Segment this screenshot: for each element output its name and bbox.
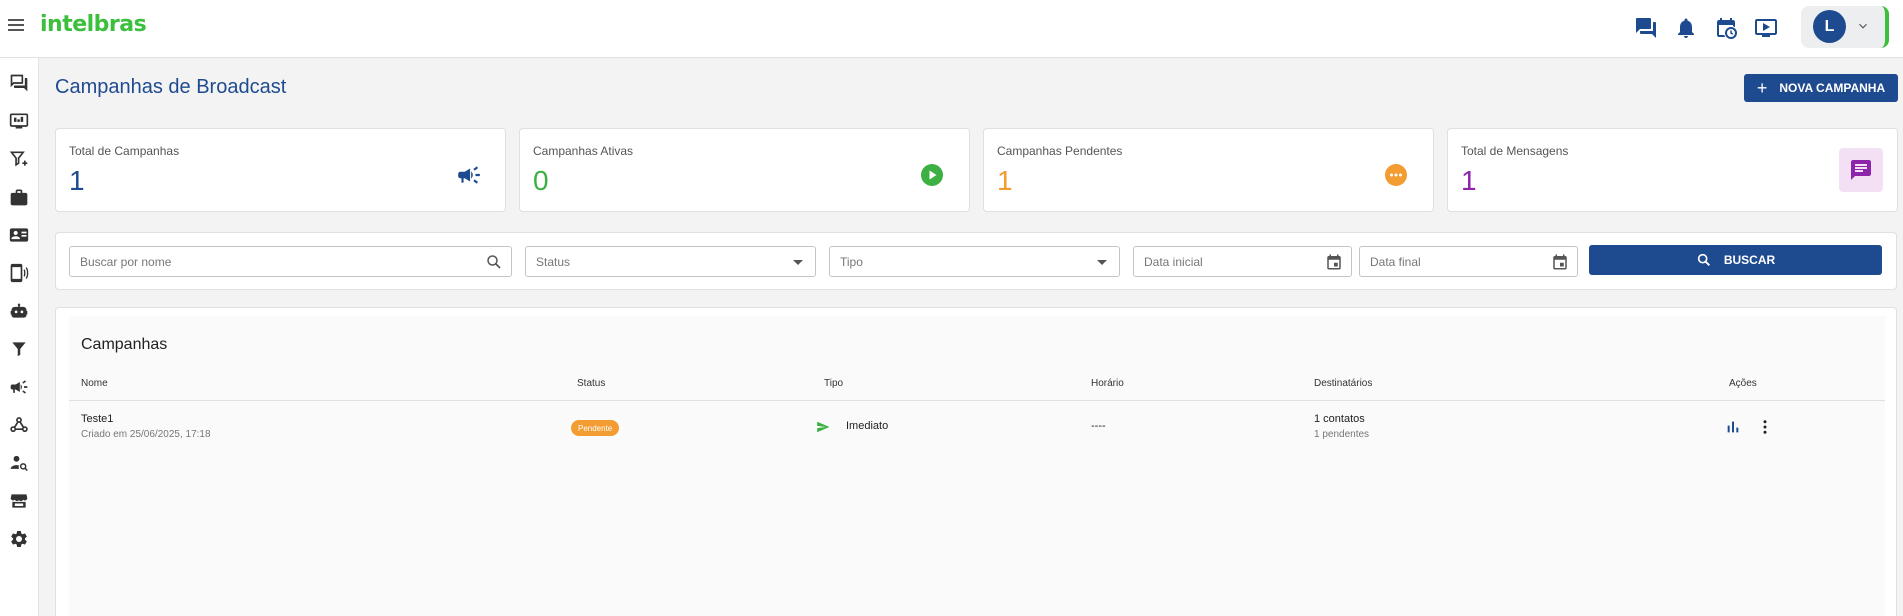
sidebar-item-business[interactable] [6, 184, 32, 210]
store-icon [10, 494, 28, 508]
status-badge: Pendente [571, 420, 620, 436]
stat-card-total-messages: Total de Mensagens 1 [1447, 128, 1898, 212]
menu-icon[interactable] [8, 18, 24, 32]
campaigns-table-card: Campanhas Nome Status Tipo Horário Desti… [55, 307, 1897, 616]
sidebar-item-broadcast[interactable] [6, 374, 32, 400]
stat-label: Total de Mensagens [1461, 144, 1569, 158]
sidebar-item-settings[interactable] [6, 526, 32, 552]
column-header-type[interactable]: Tipo [824, 378, 843, 389]
type-select[interactable]: Tipo [829, 246, 1120, 277]
video-icon[interactable] [1754, 16, 1778, 40]
briefcase-icon [10, 189, 28, 206]
new-campaign-button[interactable]: + NOVA CAMPANHA [1744, 74, 1898, 102]
end-date-field [1359, 246, 1578, 277]
phone-signal-icon [10, 263, 29, 283]
more-circle-icon [1374, 153, 1418, 197]
column-header-actions: Ações [1729, 378, 1757, 389]
column-header-status[interactable]: Status [577, 378, 605, 389]
calendar-icon[interactable] [1325, 253, 1343, 271]
sidebar-item-device[interactable] [6, 260, 32, 286]
caret-down-icon [793, 260, 803, 265]
megaphone-icon [10, 380, 28, 394]
sidebar-item-bot[interactable] [6, 298, 32, 324]
column-header-name[interactable]: Nome [81, 378, 108, 389]
start-date-input[interactable] [1134, 247, 1351, 276]
user-menu[interactable]: L [1801, 6, 1889, 48]
end-date-input[interactable] [1360, 247, 1577, 276]
stat-value: 1 [1461, 165, 1477, 196]
page-title: Campanhas de Broadcast [55, 76, 287, 98]
bar-chart-icon[interactable] [1723, 417, 1743, 437]
search-button[interactable]: BUSCAR [1589, 245, 1882, 275]
sidebar-item-store[interactable] [6, 488, 32, 514]
campaign-time: ---- [1091, 420, 1106, 432]
plus-icon: + [1756, 78, 1768, 98]
campaign-created-date: Criado em 25/06/2025, 17:18 [81, 429, 211, 440]
campaigns-table: Campanhas Nome Status Tipo Horário Desti… [69, 316, 1885, 616]
stat-label: Campanhas Pendentes [997, 144, 1123, 158]
robot-icon [10, 303, 28, 318]
column-header-recipients[interactable]: Destinatários [1314, 378, 1372, 389]
stat-value: 1 [69, 165, 85, 196]
avatar[interactable]: L [1813, 10, 1846, 43]
stat-value: 1 [997, 165, 1013, 196]
sidebar-item-webhooks[interactable] [6, 412, 32, 438]
message-icon [1839, 148, 1883, 192]
stat-card-pending-campaigns: Campanhas Pendentes 1 [983, 128, 1434, 212]
forum-icon [10, 74, 28, 92]
more-vert-icon[interactable] [1755, 417, 1775, 437]
bell-icon[interactable] [1674, 16, 1698, 40]
webhook-icon [10, 417, 28, 433]
filter-add-icon [9, 151, 28, 167]
sidebar-item-chats[interactable] [6, 70, 32, 96]
search-icon[interactable] [485, 253, 503, 271]
calendar-icon[interactable] [1551, 253, 1569, 271]
gear-icon [11, 531, 27, 547]
sidebar-item-funnel[interactable] [6, 336, 32, 362]
search-input[interactable] [70, 247, 511, 276]
monitor-icon [9, 113, 29, 129]
search-field [69, 246, 512, 277]
filter-icon [12, 342, 26, 357]
campaign-pending-count: 1 pendentes [1314, 429, 1370, 440]
stat-label: Total de Campanhas [69, 144, 180, 158]
brand-logo[interactable]: intelbras [40, 12, 147, 37]
status-select[interactable]: Status [525, 246, 816, 277]
header-divider [69, 400, 1885, 401]
sidebar-item-user-search[interactable] [6, 450, 32, 476]
sidebar-item-monitor[interactable] [6, 108, 32, 134]
stat-value: 0 [533, 165, 549, 196]
chevron-down-icon [1859, 23, 1867, 29]
campaign-name[interactable]: Teste1 [81, 413, 113, 425]
user-search-icon [10, 455, 28, 472]
chat-icon[interactable] [1634, 16, 1658, 40]
sidebar-item-contacts[interactable] [6, 222, 32, 248]
contact-card-icon [9, 228, 29, 242]
calendar-clock-icon[interactable] [1714, 16, 1738, 40]
column-header-time[interactable]: Horário [1091, 378, 1124, 389]
stat-label: Campanhas Ativas [533, 144, 634, 158]
stat-card-active-campaigns: Campanhas Ativas 0 [519, 128, 970, 212]
sidebar-item-filter-add[interactable] [6, 146, 32, 172]
campaign-type: Imediato [846, 420, 889, 432]
megaphone-icon [447, 153, 491, 197]
play-circle-icon [910, 153, 954, 197]
top-bar: intelbras L [0, 0, 1903, 58]
sidebar [0, 58, 39, 616]
caret-down-icon [1097, 260, 1107, 265]
start-date-field [1133, 246, 1352, 277]
campaign-recipients: 1 contatos [1314, 413, 1365, 425]
send-icon [817, 421, 830, 433]
search-icon [1697, 253, 1710, 266]
table-title: Campanhas [81, 336, 168, 353]
stat-card-total-campaigns: Total de Campanhas 1 [55, 128, 506, 212]
